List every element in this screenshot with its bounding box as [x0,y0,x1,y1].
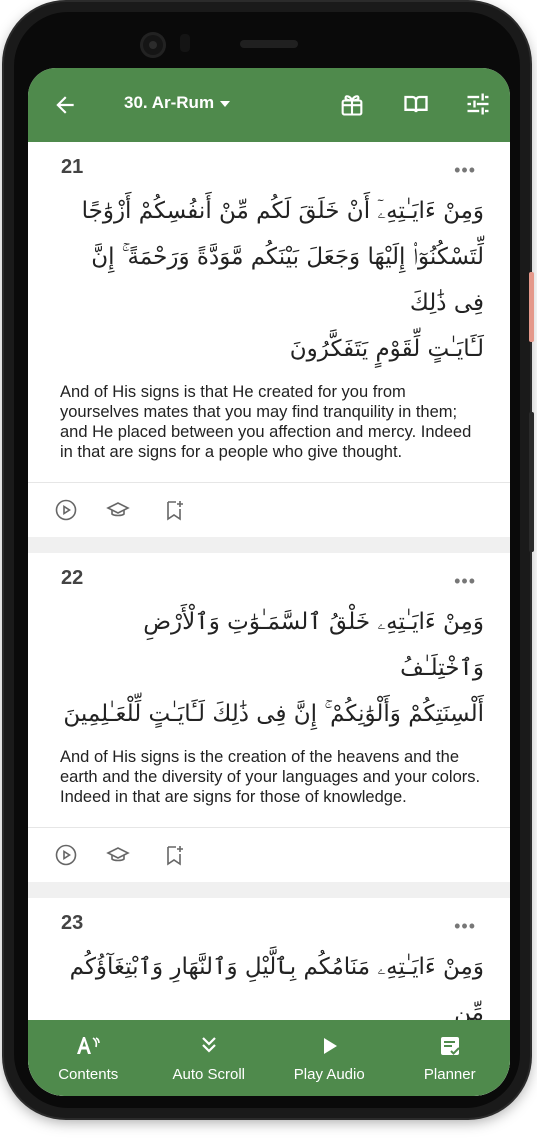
arabic-text: وَمِنْ ءَايَـٰتِهِۦ خَلْقُ ٱلسَّمَـٰوَٰت… [28,599,510,737]
power-button [529,272,534,342]
gift-icon[interactable] [338,90,366,118]
nav-label: Auto Scroll [172,1066,246,1083]
verse-card: 22 ••• وَمِنْ ءَايَـٰتِهِۦ خَلْقُ ٱلسَّم… [28,553,510,882]
nav-label: Contents [58,1066,119,1083]
learn-icon[interactable] [106,843,130,867]
translation-text: And of His signs is the creation of the … [60,748,481,806]
surah-title: 30. Ar-Rum [124,93,215,112]
nav-auto-scroll[interactable]: Auto Scroll [149,1020,270,1096]
verse-number: 23 [61,912,84,934]
app-screen: 30. Ar-Rum 21 ••• وَمِنْ ءَايَـٰتِهِۦٓ أ… [28,68,510,1096]
verse-list[interactable]: 21 ••• وَمِنْ ءَايَـٰتِهِۦٓ أَنْ خَلَقَ … [28,142,510,1096]
more-options-icon[interactable]: ••• [454,571,476,592]
planner-icon [440,1037,460,1055]
play-verse-icon[interactable] [54,843,78,867]
surah-selector[interactable]: 30. Ar-Rum [124,93,231,113]
verse-actions [28,483,510,537]
arabic-text: وَمِنْ ءَايَـٰتِهِۦٓ أَنْ خَلَقَ لَكُم م… [28,188,510,372]
tune-icon[interactable] [464,90,492,118]
nav-contents[interactable]: Contents [28,1020,149,1096]
arabic-line: وَمِنْ ءَايَـٰتِهِۦٓ أَنْ خَلَقَ لَكُم م… [81,198,484,224]
back-arrow-icon[interactable] [52,92,78,118]
verse-number: 21 [61,156,84,178]
caret-down-icon [220,101,231,107]
more-options-icon[interactable]: ••• [454,916,476,937]
play-verse-icon[interactable] [54,498,78,522]
earpiece-speaker [240,40,298,48]
learn-icon[interactable] [106,498,130,522]
nav-label: Play Audio [293,1066,365,1083]
app-bar: 30. Ar-Rum [28,68,510,142]
bookmark-add-icon[interactable] [162,843,186,867]
proximity-sensor [180,34,190,52]
phone-frame: 30. Ar-Rum 21 ••• وَمِنْ ءَايَـٰتِهِۦٓ أ… [4,2,534,1118]
bottom-navigation: Contents Auto Scroll Play Audio Planner [28,1020,510,1096]
verse-card: 21 ••• وَمِنْ ءَايَـٰتِهِۦٓ أَنْ خَلَقَ … [28,142,510,537]
nav-label: Planner [423,1066,476,1083]
arabic-line: أَلْسِنَتِكُمْ وَأَلْوَٰنِكُمْ ۚ إِنَّ ف… [63,701,484,727]
card-gap [28,882,510,898]
nav-planner[interactable]: Planner [390,1020,511,1096]
arabic-line: وَمِنْ ءَايَـٰتِهِۦ خَلْقُ ٱلسَّمَـٰوَٰت… [143,609,484,681]
play-icon [324,1038,338,1054]
bookmark-add-icon[interactable] [162,498,186,522]
card-gap [28,537,510,553]
book-icon[interactable] [402,90,430,118]
nav-play-audio[interactable]: Play Audio [269,1020,390,1096]
more-options-icon[interactable]: ••• [454,160,476,181]
auto-scroll-icon [201,1037,216,1053]
volume-button [529,412,534,552]
arabic-line: لِّتَسْكُنُوٓا۟ إِلَيْهَا وَجَعَلَ بَيْن… [91,244,484,316]
verse-actions [28,828,510,882]
contents-icon [77,1037,101,1054]
verse-number: 22 [61,567,84,589]
translation-text: And of His signs is that He created for … [60,383,472,461]
arabic-line: لَـَٔايَـٰتٍ لِّقَوْمٍ يَتَفَكَّرُونَ [289,336,484,362]
front-camera [140,32,166,58]
